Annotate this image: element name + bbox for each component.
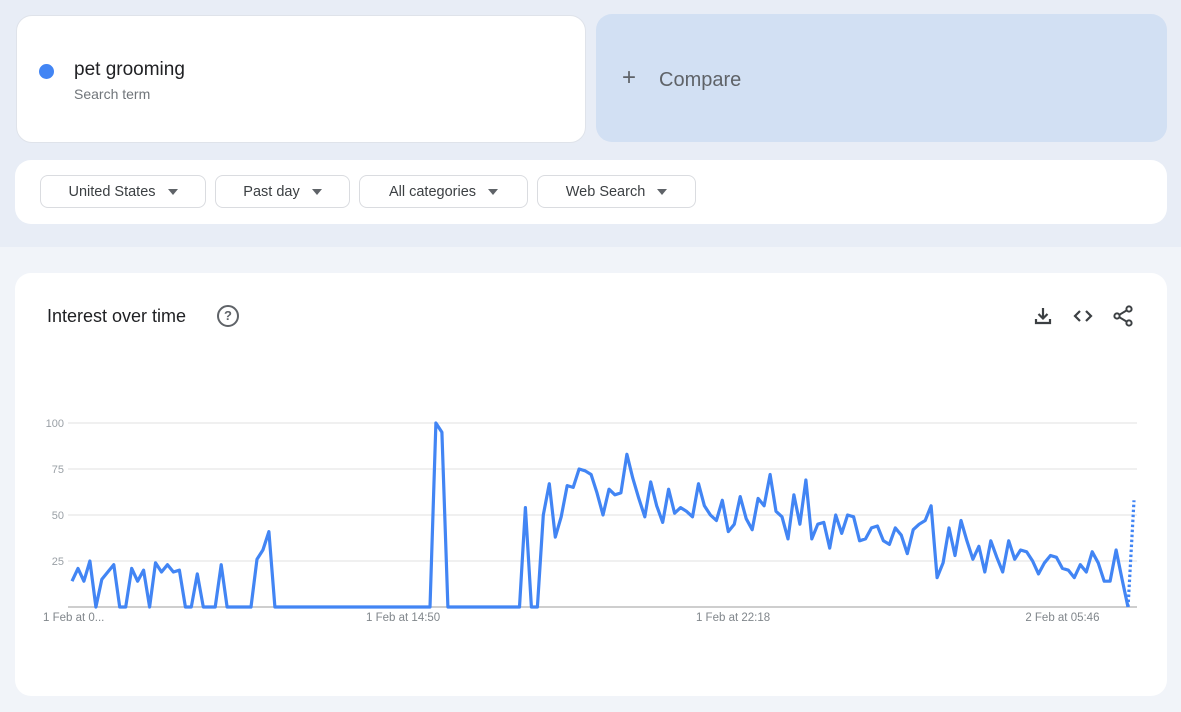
partial-data-segment — [1126, 500, 1136, 608]
y-tick-label: 75 — [52, 464, 64, 476]
x-tick-label: 1 Feb at 0... — [43, 612, 104, 624]
interest-line-chart: 100 75 50 25 1 Feb at 0... 1 Feb at 14:50 1 Fe… — [43, 418, 1137, 624]
x-tick-label: 1 Feb at 22:18 — [696, 612, 770, 624]
y-tick-label: 100 — [46, 418, 64, 430]
x-tick-label: 2 Feb at 05:46 — [1025, 612, 1099, 624]
x-tick-label: 1 Feb at 14:50 — [366, 612, 440, 624]
y-tick-label: 50 — [52, 510, 64, 522]
y-tick-label: 25 — [52, 556, 64, 568]
